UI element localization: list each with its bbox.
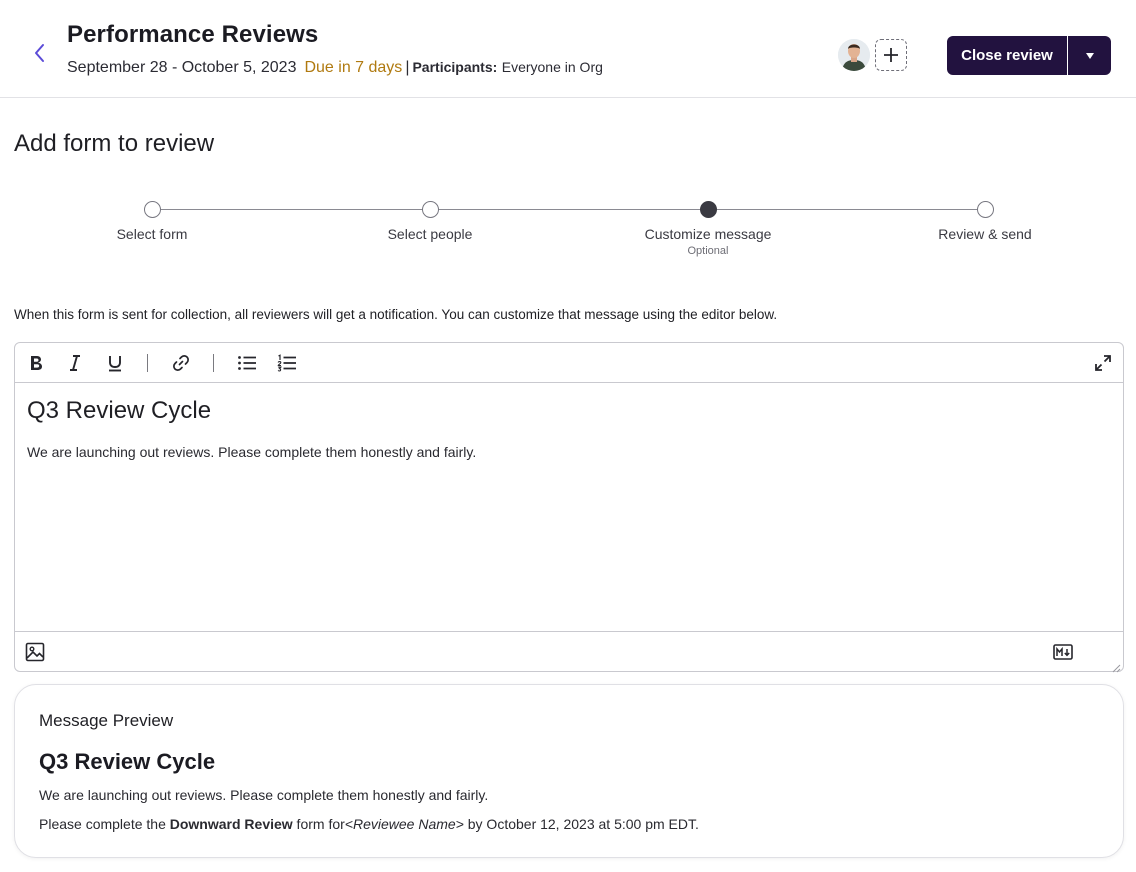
link-icon[interactable] (170, 352, 192, 374)
step-sublabel: Optional (687, 245, 729, 257)
progress-stepper: Select form Select people Customize mess… (0, 196, 1136, 266)
preview-cta-suffix: by October 12, 2023 at 5:00 pm EDT. (463, 816, 699, 832)
due-status: Due in 7 days (304, 59, 403, 76)
preview-cta-middle: form for (292, 816, 345, 832)
participants-label: Participants: (412, 59, 498, 75)
toolbar-divider (213, 354, 214, 372)
preview-cta-prefix: Please complete the (39, 816, 170, 832)
preview-title: Message Preview (39, 711, 174, 730)
expand-icon[interactable] (1092, 352, 1114, 374)
step-dot (976, 201, 994, 218)
step-select-form[interactable]: Select form (52, 196, 252, 242)
step-label: Select people (387, 226, 473, 242)
step-label: Review & send (938, 226, 1032, 242)
caret-down-icon (1085, 52, 1094, 59)
step-label: Select form (116, 226, 188, 242)
preview-cta: Please complete the Downward Review form… (39, 816, 699, 832)
avatar[interactable] (838, 39, 870, 71)
preview-body: We are launching out reviews. Please com… (39, 787, 489, 803)
close-review-dropdown[interactable] (1068, 36, 1111, 75)
instructions-text: When this form is sent for collection, a… (14, 307, 778, 322)
italic-icon[interactable] (64, 352, 86, 374)
step-dot (421, 201, 439, 218)
editor-paragraph[interactable]: We are launching out reviews. Please com… (27, 444, 1111, 460)
step-select-people[interactable]: Select people (330, 196, 530, 242)
preview-form-name: Downward Review (169, 816, 293, 832)
bold-icon[interactable] (25, 352, 47, 374)
preview-heading: Q3 Review Cycle (39, 749, 216, 774)
step-customize-message[interactable]: Customize message Optional (608, 196, 808, 257)
numbered-list-icon[interactable] (276, 352, 298, 374)
review-subline: September 28 - October 5, 2023 Due in 7 d… (67, 59, 603, 77)
resize-handle-icon[interactable] (1112, 660, 1121, 673)
editor-footer (15, 631, 1123, 673)
toolbar-divider (147, 354, 148, 372)
page-title: Add form to review (14, 130, 215, 157)
markdown-icon[interactable] (1053, 642, 1073, 662)
close-review-button[interactable]: Close review (947, 36, 1067, 75)
editor-toolbar (15, 343, 1123, 383)
message-editor[interactable]: Q3 Review Cycle We are launching out rev… (14, 342, 1124, 673)
plus-icon (884, 48, 898, 62)
step-review-send[interactable]: Review & send (885, 196, 1085, 242)
editor-content[interactable]: Q3 Review Cycle We are launching out rev… (15, 383, 1123, 631)
back-arrow-icon[interactable] (28, 40, 52, 66)
message-preview: Message Preview Q3 Review Cycle We are l… (14, 684, 1124, 858)
step-dot (143, 201, 161, 218)
participants-value: Everyone in Org (501, 59, 603, 75)
step-label: Customize message (644, 226, 772, 242)
page-header: Performance Reviews September 28 - Octob… (0, 0, 1136, 98)
stepper-line (152, 209, 985, 210)
separator: | (405, 59, 410, 76)
editor-heading[interactable]: Q3 Review Cycle (27, 397, 1111, 425)
date-range: September 28 - October 5, 2023 (67, 59, 297, 76)
image-icon[interactable] (25, 642, 45, 662)
underline-icon[interactable] (104, 352, 126, 374)
preview-reviewee-placeholder: <Reviewee Name> (344, 816, 464, 832)
step-dot-active (699, 201, 717, 218)
bullet-list-icon[interactable] (236, 352, 258, 374)
add-participant-button[interactable] (875, 39, 907, 71)
review-title: Performance Reviews (67, 21, 319, 48)
